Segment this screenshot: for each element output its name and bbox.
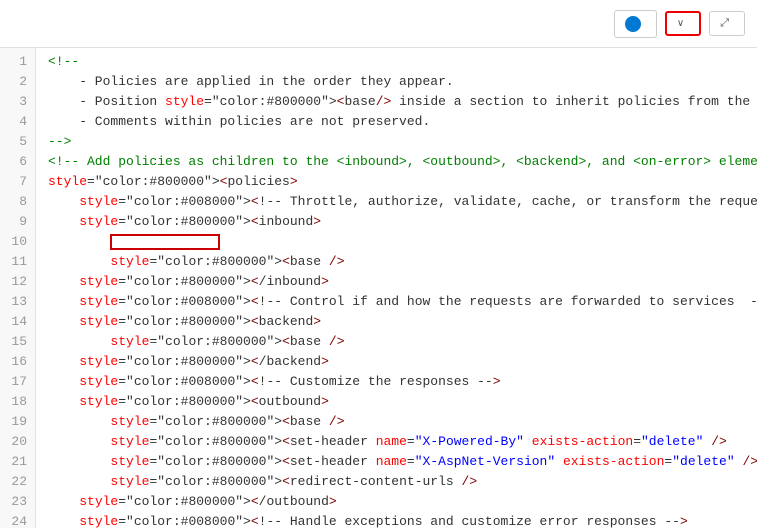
line-number-21: 21	[0, 452, 35, 472]
code-line-23: style="color:#800000"></outbound>	[36, 492, 757, 512]
line-number-19: 19	[0, 412, 35, 432]
code-line-1: <!--	[36, 52, 757, 72]
line-number-23: 23	[0, 492, 35, 512]
line-number-16: 16	[0, 352, 35, 372]
copilot-button[interactable]	[614, 10, 657, 38]
expand-button[interactable]: ⤢	[709, 11, 745, 36]
code-line-14: style="color:#800000"><backend>	[36, 312, 757, 332]
line-number-9: 9	[0, 212, 35, 232]
line-number-14: 14	[0, 312, 35, 332]
code-line-19: style="color:#800000"><base />	[36, 412, 757, 432]
code-line-15: style="color:#800000"><base />	[36, 332, 757, 352]
expand-icon: ⤢	[720, 17, 729, 30]
code-line-12: style="color:#800000"></inbound>	[36, 272, 757, 292]
code-line-6: <!-- Add policies as children to the <in…	[36, 152, 757, 172]
code-line-3: - Position style="color:#800000"><base/>…	[36, 92, 757, 112]
chevron-down-icon: ∨	[677, 18, 684, 29]
line-numbers: 1234567891011121314151617181920212223242…	[0, 48, 36, 528]
code-line-10	[36, 232, 757, 252]
code-line-24: style="color:#008000"><!-- Handle except…	[36, 512, 757, 528]
header: ∨ ⤢	[0, 0, 757, 48]
code-line-2: - Policies are applied in the order they…	[36, 72, 757, 92]
code-line-13: style="color:#008000"><!-- Control if an…	[36, 292, 757, 312]
code-line-18: style="color:#800000"><outbound>	[36, 392, 757, 412]
code-editor: 1234567891011121314151617181920212223242…	[0, 48, 757, 528]
line-number-24: 24	[0, 512, 35, 528]
code-line-11: style="color:#800000"><base />	[36, 252, 757, 272]
line-number-13: 13	[0, 292, 35, 312]
code-line-20: style="color:#800000"><set-header name="…	[36, 432, 757, 452]
code-line-22: style="color:#800000"><redirect-content-…	[36, 472, 757, 492]
line-number-3: 3	[0, 92, 35, 112]
line-number-20: 20	[0, 432, 35, 452]
line-number-18: 18	[0, 392, 35, 412]
code-line-8: style="color:#008000"><!-- Throttle, aut…	[36, 192, 757, 212]
line-number-8: 8	[0, 192, 35, 212]
line-number-5: 5	[0, 132, 35, 152]
code-line-16: style="color:#800000"></backend>	[36, 352, 757, 372]
line-number-7: 7	[0, 172, 35, 192]
line-number-10: 10	[0, 232, 35, 252]
line-number-12: 12	[0, 272, 35, 292]
line-number-11: 11	[0, 252, 35, 272]
line-number-22: 22	[0, 472, 35, 492]
line-number-15: 15	[0, 332, 35, 352]
code-line-7: style="color:#800000"><policies>	[36, 172, 757, 192]
code-line-17: style="color:#008000"><!-- Customize the…	[36, 372, 757, 392]
copilot-icon	[625, 16, 641, 32]
code-line-9: style="color:#800000"><inbound>	[36, 212, 757, 232]
code-area[interactable]: <!-- - Policies are applied in the order…	[36, 48, 757, 528]
line-number-17: 17	[0, 372, 35, 392]
code-line-5: -->	[36, 132, 757, 152]
line-number-2: 2	[0, 72, 35, 92]
header-actions: ∨ ⤢	[614, 10, 745, 38]
line-number-6: 6	[0, 152, 35, 172]
line-number-1: 1	[0, 52, 35, 72]
line-number-4: 4	[0, 112, 35, 132]
show-snippets-button[interactable]: ∨	[665, 11, 701, 36]
code-line-4: - Comments within policies are not prese…	[36, 112, 757, 132]
code-line-21: style="color:#800000"><set-header name="…	[36, 452, 757, 472]
